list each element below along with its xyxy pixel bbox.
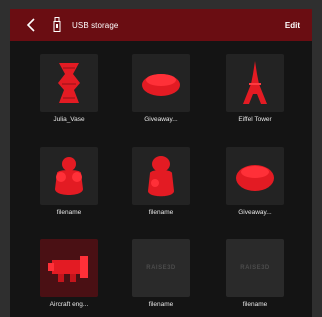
file-thumbnail xyxy=(132,54,190,112)
screen: USB storage Edit Julia_Vase Giveaway... … xyxy=(10,9,312,317)
engine-model-icon xyxy=(48,256,88,282)
file-tile[interactable]: filename xyxy=(34,147,104,216)
file-label: filename xyxy=(148,301,174,308)
eiffel-tower-model-icon xyxy=(243,61,267,104)
file-label: Eiffel Tower xyxy=(238,116,272,123)
file-thumbnail xyxy=(132,147,190,205)
file-thumbnail: RAISE3D xyxy=(226,239,284,297)
file-tile[interactable]: Aircraft eng... xyxy=(34,239,104,308)
file-label: Giveaway... xyxy=(144,116,178,123)
back-button[interactable] xyxy=(18,9,44,41)
file-tile[interactable]: Giveaway... xyxy=(126,54,196,123)
vase-model-icon xyxy=(58,63,80,103)
page-title: USB storage xyxy=(72,20,119,30)
chevron-left-icon xyxy=(26,18,35,32)
file-tile[interactable]: Giveaway... xyxy=(220,147,290,216)
file-label: filename xyxy=(242,301,268,308)
figure-model-icon xyxy=(148,156,174,197)
file-thumbnail: RAISE3D xyxy=(132,239,190,297)
file-tile[interactable]: Julia_Vase xyxy=(34,54,104,123)
round-model-icon xyxy=(142,74,180,96)
edit-button[interactable]: Edit xyxy=(285,21,300,30)
device-frame: USB storage Edit Julia_Vase Giveaway... … xyxy=(0,0,322,317)
file-tile[interactable]: Eiffel Tower xyxy=(220,54,290,123)
no-preview-icon: RAISE3D xyxy=(146,265,176,271)
no-preview-icon: RAISE3D xyxy=(240,265,270,271)
round-model-icon xyxy=(236,165,274,191)
file-label: Aircraft eng... xyxy=(49,301,89,308)
file-thumbnail xyxy=(226,54,284,112)
file-tile[interactable]: filename xyxy=(126,147,196,216)
file-tile[interactable]: RAISE3D filename xyxy=(220,239,290,308)
file-thumbnail xyxy=(40,147,98,205)
file-thumbnail xyxy=(40,239,98,297)
file-label: filename xyxy=(148,209,174,216)
file-thumbnail xyxy=(40,54,98,112)
file-label: filename xyxy=(56,209,82,216)
top-bar: USB storage Edit xyxy=(10,9,312,41)
file-tile[interactable]: RAISE3D filename xyxy=(126,239,196,308)
file-label: Julia_Vase xyxy=(53,116,85,123)
figure-model-icon xyxy=(55,157,83,195)
file-thumbnail xyxy=(226,147,284,205)
file-label: Giveaway... xyxy=(238,209,272,216)
usb-icon xyxy=(48,9,66,41)
